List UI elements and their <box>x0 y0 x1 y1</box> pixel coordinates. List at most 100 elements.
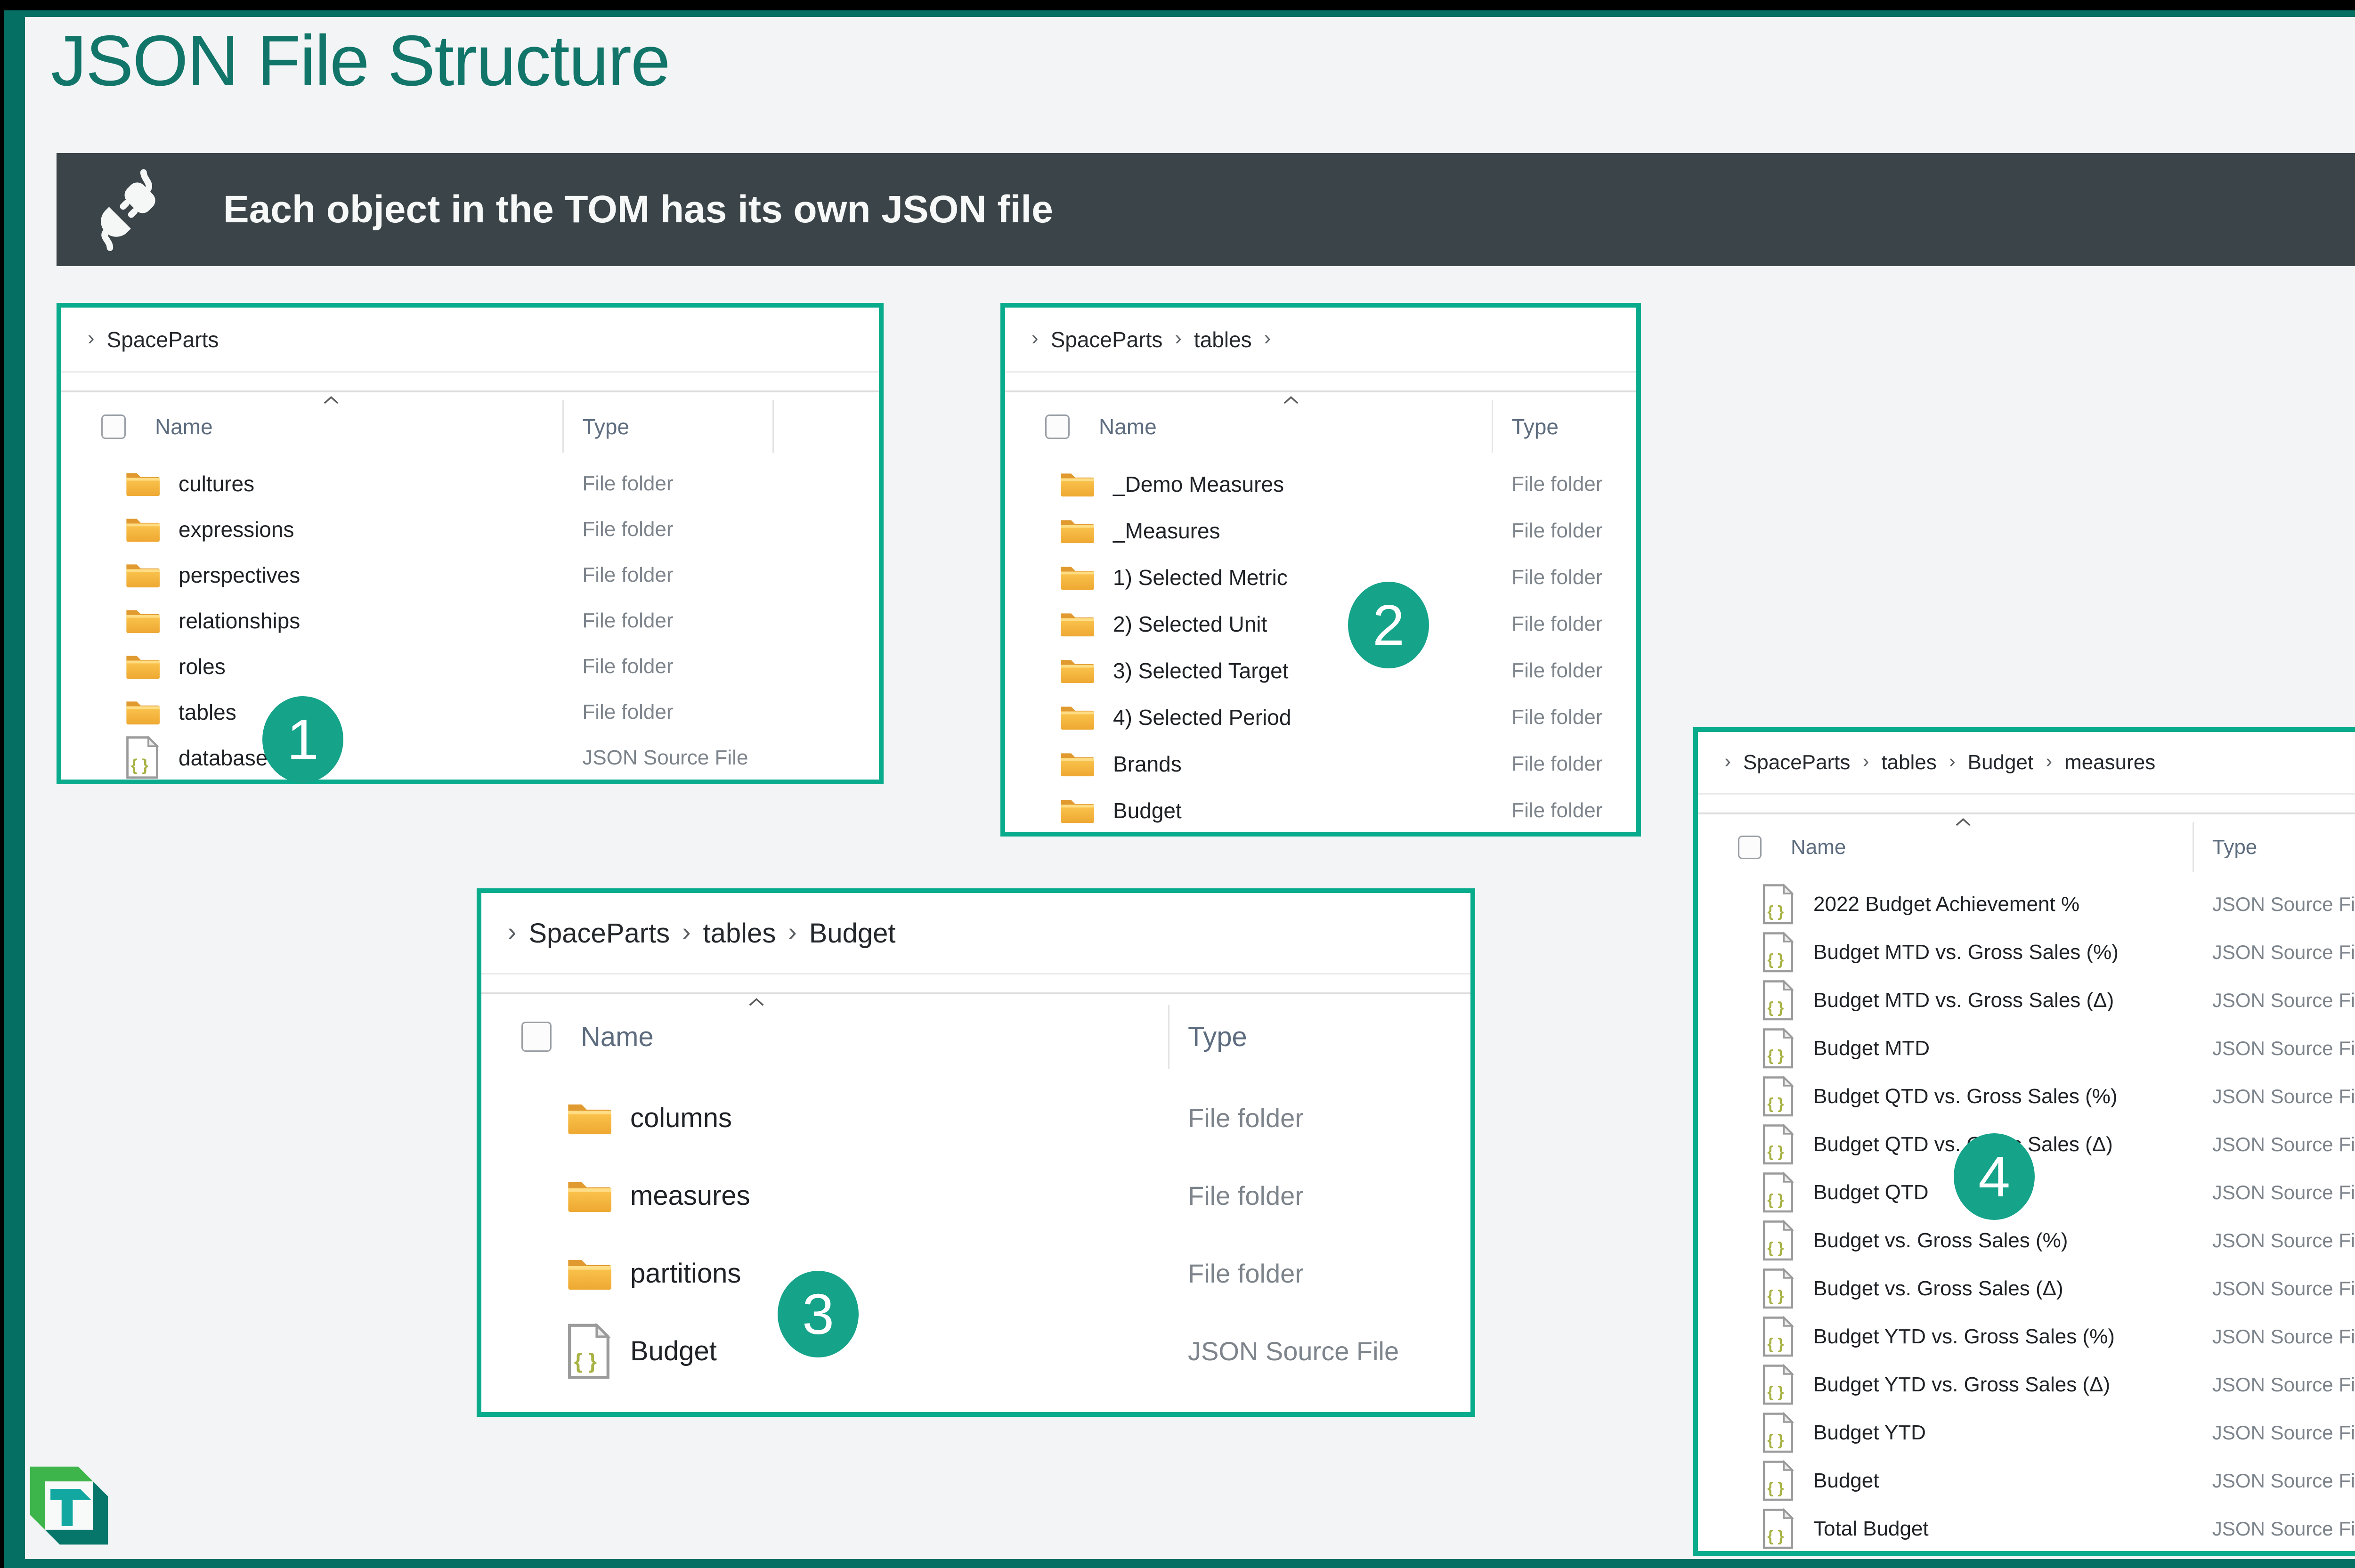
file-row[interactable]: 3) Selected Target File folder <box>1005 647 1636 694</box>
json-file-icon: { } <box>1762 980 1794 1021</box>
file-name: Budget MTD vs. Gross Sales (Δ) <box>1813 989 2114 1012</box>
breadcrumb[interactable]: › SpaceParts › tables › <box>1005 308 1636 371</box>
json-file-icon: { } <box>126 736 159 779</box>
file-row[interactable]: 4) Selected Period File folder <box>1005 694 1636 740</box>
select-all-checkbox[interactable] <box>521 1022 552 1052</box>
breadcrumb-chevron-icon: › <box>508 917 517 946</box>
file-name: Budget MTD <box>1813 1037 1930 1060</box>
column-header-name[interactable]: Name <box>581 1021 654 1053</box>
svg-text:{ }: { } <box>131 756 148 774</box>
file-row[interactable]: cultures File folder <box>61 461 879 506</box>
json-file-icon: { } <box>1762 1076 1794 1117</box>
select-all-checkbox[interactable] <box>1738 836 1762 859</box>
file-row[interactable]: { } Budget YTD JSON Source File <box>1698 1409 2355 1457</box>
step-badge-3: 3 <box>778 1271 859 1357</box>
file-row[interactable]: { } Budget YTD vs. Gross Sales (%) JSON S… <box>1698 1313 2355 1361</box>
breadcrumb-item[interactable]: tables <box>1194 327 1252 352</box>
file-row[interactable]: partitions File folder <box>481 1235 1470 1312</box>
file-row[interactable]: Brands File folder <box>1005 740 1636 787</box>
json-file-icon: { } <box>1762 1124 1794 1165</box>
column-header-row: Name Type <box>1005 392 1636 461</box>
sort-ascending-caret-icon <box>1956 818 1971 826</box>
breadcrumb-item[interactable]: Budget <box>809 918 896 949</box>
step-badge-4: 4 <box>1954 1133 2035 1220</box>
file-name-cell: 3) Selected Target <box>1005 656 1497 685</box>
breadcrumb-chevron-icon: › <box>1264 326 1271 349</box>
file-name-cell: 4) Selected Period <box>1005 703 1497 731</box>
column-divider[interactable] <box>772 400 774 453</box>
file-row[interactable]: measures File folder <box>481 1157 1470 1235</box>
column-divider[interactable] <box>562 400 564 453</box>
tabular-editor-logo <box>30 1466 108 1545</box>
column-divider[interactable] <box>1168 1004 1169 1069</box>
breadcrumb-item[interactable]: SpaceParts <box>1051 327 1163 352</box>
breadcrumb-chevron-icon: › <box>1949 750 1956 772</box>
folder-icon <box>126 564 160 588</box>
breadcrumb-chevron-icon: › <box>2046 750 2053 772</box>
file-row[interactable]: { } Budget vs. Gross Sales (Δ) JSON Sourc… <box>1698 1265 2355 1313</box>
file-row[interactable]: expressions File folder <box>61 506 879 552</box>
column-divider[interactable] <box>2192 822 2194 873</box>
file-row[interactable]: 2) Selected Unit File folder <box>1005 601 1636 647</box>
json-file-icon: { } <box>1762 1172 1794 1213</box>
file-row[interactable]: { } Budget MTD vs. Gross Sales (Δ) JSON S… <box>1698 976 2355 1024</box>
file-row[interactable]: Budget File folder <box>1005 787 1636 832</box>
breadcrumb-item[interactable]: measures <box>2064 751 2155 774</box>
breadcrumb-item[interactable]: tables <box>703 918 776 949</box>
file-row[interactable]: { } Budget JSON Source File <box>1698 1457 2355 1505</box>
file-row[interactable]: columns File folder <box>481 1079 1470 1157</box>
svg-text:{ }: { } <box>1767 1191 1784 1209</box>
file-row[interactable]: tables File folder <box>61 689 879 735</box>
file-name: relationships <box>179 608 300 633</box>
breadcrumb-item[interactable]: Budget <box>1968 751 2033 774</box>
file-row[interactable]: _Demo Measures File folder <box>1005 461 1636 507</box>
column-header-name[interactable]: Name <box>155 414 213 439</box>
file-name-cell: Budget <box>1005 796 1497 825</box>
breadcrumb-item[interactable]: tables <box>1881 751 1936 774</box>
column-header-name[interactable]: Name <box>1791 836 1846 859</box>
file-name: measures <box>630 1180 750 1211</box>
breadcrumb[interactable]: › SpaceParts › tables › Budget › measures <box>1698 732 2355 793</box>
file-row[interactable]: { } 2022 Budget Achievement % JSON Source… <box>1698 880 2355 928</box>
file-type: JSON Source File <box>2212 989 2355 1011</box>
file-row[interactable]: roles File folder <box>61 643 879 689</box>
file-row[interactable]: { } Budget YTD vs. Gross Sales (Δ) JSON S… <box>1698 1361 2355 1409</box>
select-all-checkbox[interactable] <box>101 414 126 439</box>
column-header-type[interactable]: Type <box>1188 1021 1247 1053</box>
svg-text:{ }: { } <box>1767 1431 1784 1449</box>
file-row[interactable]: { } Budget vs. Gross Sales (%) JSON Sourc… <box>1698 1217 2355 1265</box>
breadcrumb[interactable]: › SpaceParts <box>61 308 879 371</box>
file-row[interactable]: { } Budget MTD vs. Gross Sales (%) JSON S… <box>1698 928 2355 976</box>
breadcrumb-item[interactable]: SpaceParts <box>1743 751 1850 774</box>
breadcrumb-item[interactable]: SpaceParts <box>528 918 670 949</box>
file-name-cell: relationships <box>61 606 568 635</box>
sort-ascending-caret-icon <box>324 396 338 404</box>
file-row[interactable]: perspectives File folder <box>61 552 879 598</box>
file-name-cell: { } Budget YTD vs. Gross Sales (Δ) <box>1698 1364 2198 1406</box>
svg-text:{ }: { } <box>1767 1383 1784 1401</box>
breadcrumb[interactable]: › SpaceParts › tables › Budget <box>481 893 1470 973</box>
breadcrumb-item[interactable]: SpaceParts <box>107 327 219 352</box>
select-all-checkbox[interactable] <box>1045 414 1070 439</box>
file-row[interactable]: { } database JSON Source File <box>61 735 879 780</box>
window-top-strip <box>0 0 2355 10</box>
folder-icon <box>126 656 160 679</box>
file-row[interactable]: relationships File folder <box>61 598 879 643</box>
column-divider[interactable] <box>1492 400 1494 453</box>
file-name: 1) Selected Metric <box>1113 565 1288 590</box>
file-row[interactable]: { } Total Budget JSON Source File <box>1698 1505 2355 1551</box>
column-header-type[interactable]: Type <box>1511 414 1559 439</box>
file-list: _Demo Measures File folder _Measures File … <box>1005 461 1636 832</box>
file-type: JSON Source File <box>582 746 748 769</box>
toolbar-divider <box>481 973 1470 994</box>
file-row[interactable]: { } Budget QTD vs. Gross Sales (%) JSON S… <box>1698 1072 2355 1121</box>
file-row[interactable]: _Measures File folder <box>1005 507 1636 554</box>
file-row[interactable]: { } Budget JSON Source File <box>481 1312 1470 1390</box>
file-row[interactable]: { } Budget MTD JSON Source File <box>1698 1024 2355 1072</box>
column-header-type[interactable]: Type <box>2212 836 2257 859</box>
step-badge-1: 1 <box>262 696 343 783</box>
column-header-type[interactable]: Type <box>582 414 629 439</box>
file-row[interactable]: 1) Selected Metric File folder <box>1005 554 1636 601</box>
column-header-name[interactable]: Name <box>1099 414 1157 439</box>
svg-text:{ }: { } <box>574 1349 597 1373</box>
